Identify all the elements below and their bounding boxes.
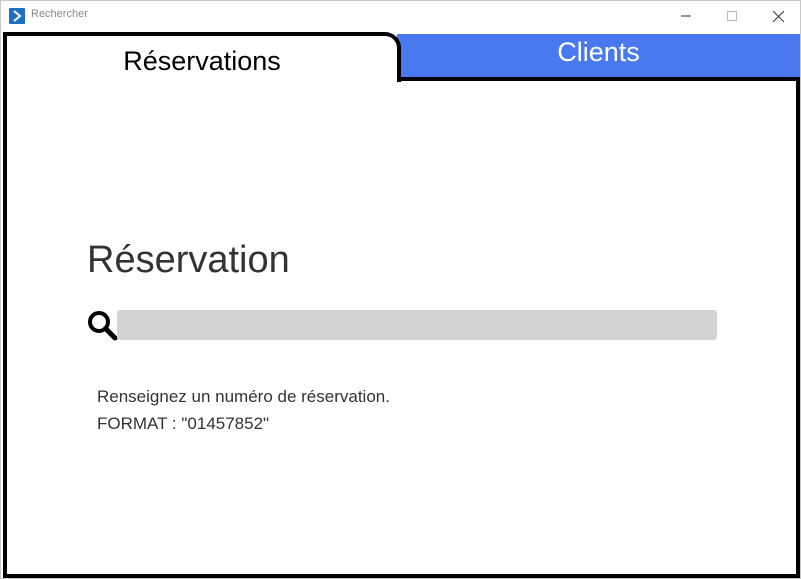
hint-text: Renseignez un numéro de réservation. [97, 387, 390, 406]
app-window: Rechercher Clients Réservations Réservat… [0, 0, 801, 579]
hint-format: FORMAT : "01457852" [97, 414, 270, 433]
tab-reservations-label: Réservations [123, 45, 281, 76]
tab-bar: Clients Réservations [3, 32, 800, 82]
content-frame: Clients Réservations [3, 32, 800, 578]
close-icon [772, 10, 784, 22]
minimize-button[interactable] [663, 1, 709, 31]
reservation-search-input[interactable] [117, 310, 717, 340]
search-icon [88, 311, 118, 341]
minimize-icon [681, 15, 691, 17]
tab-reservations[interactable]: Réservations [3, 32, 401, 82]
section-title: Réservation [87, 239, 290, 281]
tab-clients-label: Clients [557, 37, 640, 67]
title-bar[interactable]: Rechercher [1, 1, 800, 31]
app-arrow-icon [9, 8, 25, 24]
maximize-icon [727, 11, 737, 21]
window-title: Rechercher [31, 8, 88, 20]
close-button[interactable] [755, 1, 801, 31]
maximize-button[interactable] [709, 1, 755, 31]
tab-clients[interactable]: Clients [397, 34, 800, 81]
search-hint: Renseignez un numéro de réservation. FOR… [97, 383, 390, 437]
